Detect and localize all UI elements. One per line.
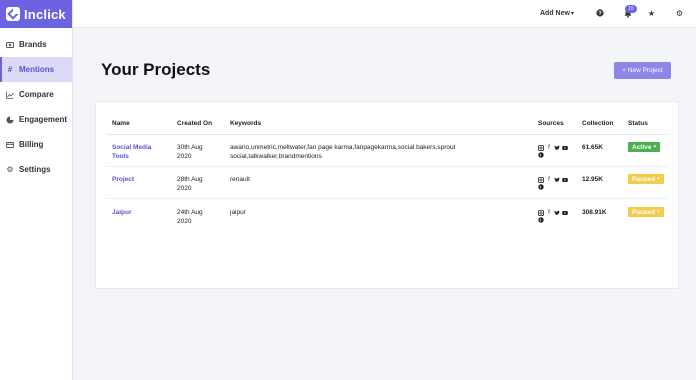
top-bar: Add New▾ ? ★ ⚙ [73,0,696,28]
collection: 12.95K [582,176,603,183]
instagram-icon [538,177,544,183]
sidebar-item-compare[interactable]: Compare [0,82,72,107]
project-name-link[interactable]: Jaipur [112,208,168,217]
sources: f [538,177,568,190]
sidebar-item-brands[interactable]: Brands [0,32,72,57]
instagram-icon [538,145,544,151]
collection: 308.91K [582,209,607,216]
sources: f [538,145,568,158]
status-label: Paused [632,208,656,216]
youtube-icon [562,177,568,183]
sidebar-item-settings[interactable]: ⚙ Settings [0,157,72,182]
column-header-status: Status [628,120,648,127]
column-header-name: Name [112,120,130,127]
created-on: 30th Aug 2020 [177,144,203,160]
status-label: Paused [632,175,656,183]
projects-table: Name Created On Keywords Sources Collect… [95,101,679,289]
status-dropdown[interactable]: Paused ▾ [628,174,664,184]
chevron-down-icon: ▾ [657,176,660,182]
chevron-down-icon: ▾ [657,209,660,215]
sidebar-item-label: Billing [19,140,44,149]
facebook-icon: f [548,145,550,151]
gear-icon: ⚙ [6,164,14,174]
table-row: Jaipur 24th Aug 2020 jaipur f 308.91K Pa… [106,199,668,231]
help-icon[interactable]: ? [595,9,604,18]
twitter-icon [554,145,560,151]
sidebar-nav: Brands # Mentions Compare Engagement Bil… [0,32,72,182]
web-icon [538,217,544,223]
twitter-icon [554,210,560,216]
add-new-label: Add New [540,10,570,17]
sources: f [538,210,568,223]
table-row: Social Media Tools 30th Aug 2020 awario,… [106,135,668,167]
chevron-down-icon: ▾ [653,144,657,150]
sidebar-item-mentions[interactable]: # Mentions [0,57,72,82]
new-project-button[interactable]: + New Project [614,62,671,79]
add-new-dropdown[interactable]: Add New▾ [540,10,574,17]
facebook-icon: f [548,210,550,216]
sidebar-item-label: Brands [19,40,47,49]
sidebar-item-label: Compare [19,90,54,99]
column-header-keywords: Keywords [230,120,262,127]
instagram-icon [538,210,544,216]
youtube-icon [562,210,568,216]
sidebar: Inclick Brands # Mentions Compare Engage… [0,0,73,380]
logo[interactable]: Inclick [0,0,72,28]
sidebar-item-label: Settings [19,165,51,174]
collection: 61.65K [582,144,603,151]
pie-chart-icon [6,116,14,124]
created-on: 28th Aug 2020 [177,176,203,192]
status-label: Active [632,143,652,151]
sidebar-item-label: Mentions [19,65,55,74]
keywords: awario,unmetric,meltwater,fan page karma… [230,144,456,160]
web-icon [538,152,544,158]
sidebar-item-billing[interactable]: Billing [0,132,72,157]
twitter-icon [554,177,560,183]
project-name-link[interactable]: Project [112,175,168,184]
web-icon [538,184,544,190]
project-name-link[interactable]: Social Media Tools [112,143,168,161]
keywords: jaipur [230,209,246,216]
sidebar-item-label: Engagement [19,115,68,124]
star-icon[interactable]: ★ [647,9,656,18]
created-on: 24th Aug 2020 [177,209,203,225]
status-dropdown[interactable]: Paused ▾ [628,207,664,217]
table-row: Project 28th Aug 2020 renault f 12.95K P… [106,167,668,199]
column-header-collection: Collection [582,120,614,127]
column-header-created-on: Created On [177,120,213,127]
status-dropdown[interactable]: Active ▾ [628,142,661,152]
brand-name: Inclick [24,6,66,22]
notification-badge: 10 [625,5,637,13]
settings-icon[interactable]: ⚙ [675,9,684,18]
page-title: Your Projects [101,60,211,79]
sidebar-item-engagement[interactable]: Engagement [0,107,72,132]
facebook-icon: f [548,177,550,183]
column-header-sources: Sources [538,120,564,127]
chevron-down-icon: ▾ [570,11,574,17]
brands-icon [6,41,14,49]
credit-card-icon [6,141,14,149]
hash-icon: # [7,64,13,74]
youtube-icon [562,145,568,151]
keywords: renault [230,176,250,183]
line-chart-icon [6,91,14,99]
logo-icon [6,7,20,21]
